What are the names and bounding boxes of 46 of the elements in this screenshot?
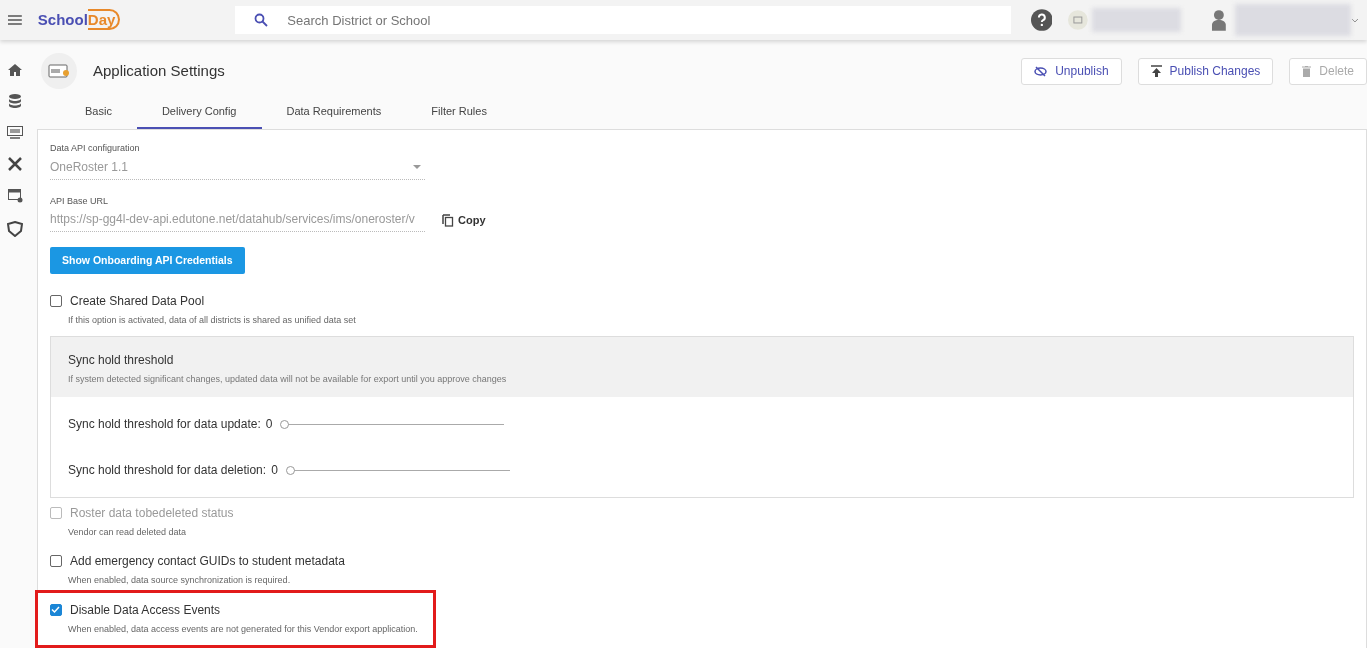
slider-thumb[interactable] xyxy=(285,465,295,475)
slider-value: 0 xyxy=(265,416,273,433)
slider-value: 0 xyxy=(271,462,278,479)
database-icon[interactable] xyxy=(9,94,21,108)
logo: SchoolDay xyxy=(37,8,121,32)
checkbox[interactable] xyxy=(50,604,62,616)
monitor-icon[interactable] xyxy=(7,126,23,139)
section-hint: If system detected significant changes, updated data will not be available for export until you approve changes xyxy=(68,372,508,386)
option-hint: If this option is activated, data of all districts is shared as unified data set xyxy=(67,314,357,327)
home-icon[interactable] xyxy=(8,64,22,76)
field-label: Data API configuration xyxy=(50,142,141,155)
tab[interactable]: Data Requirements xyxy=(261,96,407,129)
option-label: Roster data tobedeleted status xyxy=(70,505,234,522)
upload-icon xyxy=(1150,65,1162,77)
slider-thumb[interactable] xyxy=(280,419,290,429)
page-title: Application Settings xyxy=(93,60,225,81)
dropdown-arrow-icon xyxy=(413,164,421,169)
field-label: API Base URL xyxy=(50,194,110,208)
tools-icon[interactable] xyxy=(8,157,22,171)
tab[interactable]: Basic xyxy=(60,96,137,129)
section-title: Sync hold threshold xyxy=(68,351,175,369)
menu-icon[interactable] xyxy=(8,15,22,25)
option-label: Disable Data Access Events xyxy=(70,602,221,619)
eye-slash-icon xyxy=(1034,65,1048,77)
help-icon[interactable] xyxy=(1030,9,1053,31)
api-settings-icon xyxy=(41,53,77,89)
slider-label: Sync hold threshold for data deletion: xyxy=(68,462,267,479)
tab[interactable]: Filter Rules xyxy=(406,96,512,129)
action-button[interactable]: Publish Changes xyxy=(1137,57,1274,85)
slider-label: Sync hold threshold for data update: xyxy=(68,416,261,433)
option-hint: When enabled, data source synchronization is required. xyxy=(67,573,292,587)
copy-icon xyxy=(442,213,454,227)
checkbox[interactable] xyxy=(50,295,62,307)
option-label: Create Shared Data Pool xyxy=(70,293,205,310)
search-icon xyxy=(254,13,269,27)
settings-icon[interactable] xyxy=(7,189,23,203)
action-button[interactable]: Unpublish xyxy=(1021,57,1122,85)
option-hint: When enabled, data access events are not generated for this Vendor export application. xyxy=(67,623,419,636)
checkbox[interactable] xyxy=(50,554,62,567)
copy-button[interactable]: Copy xyxy=(441,210,487,230)
trash-icon xyxy=(1302,65,1312,77)
caret-icon[interactable] xyxy=(1351,17,1359,23)
shield-icon[interactable] xyxy=(7,221,23,237)
user-icon[interactable] xyxy=(1210,9,1227,31)
option-label: Add emergency contact GUIDs to student metadata xyxy=(70,552,345,570)
option-hint: Vendor can read deleted data xyxy=(67,526,188,539)
